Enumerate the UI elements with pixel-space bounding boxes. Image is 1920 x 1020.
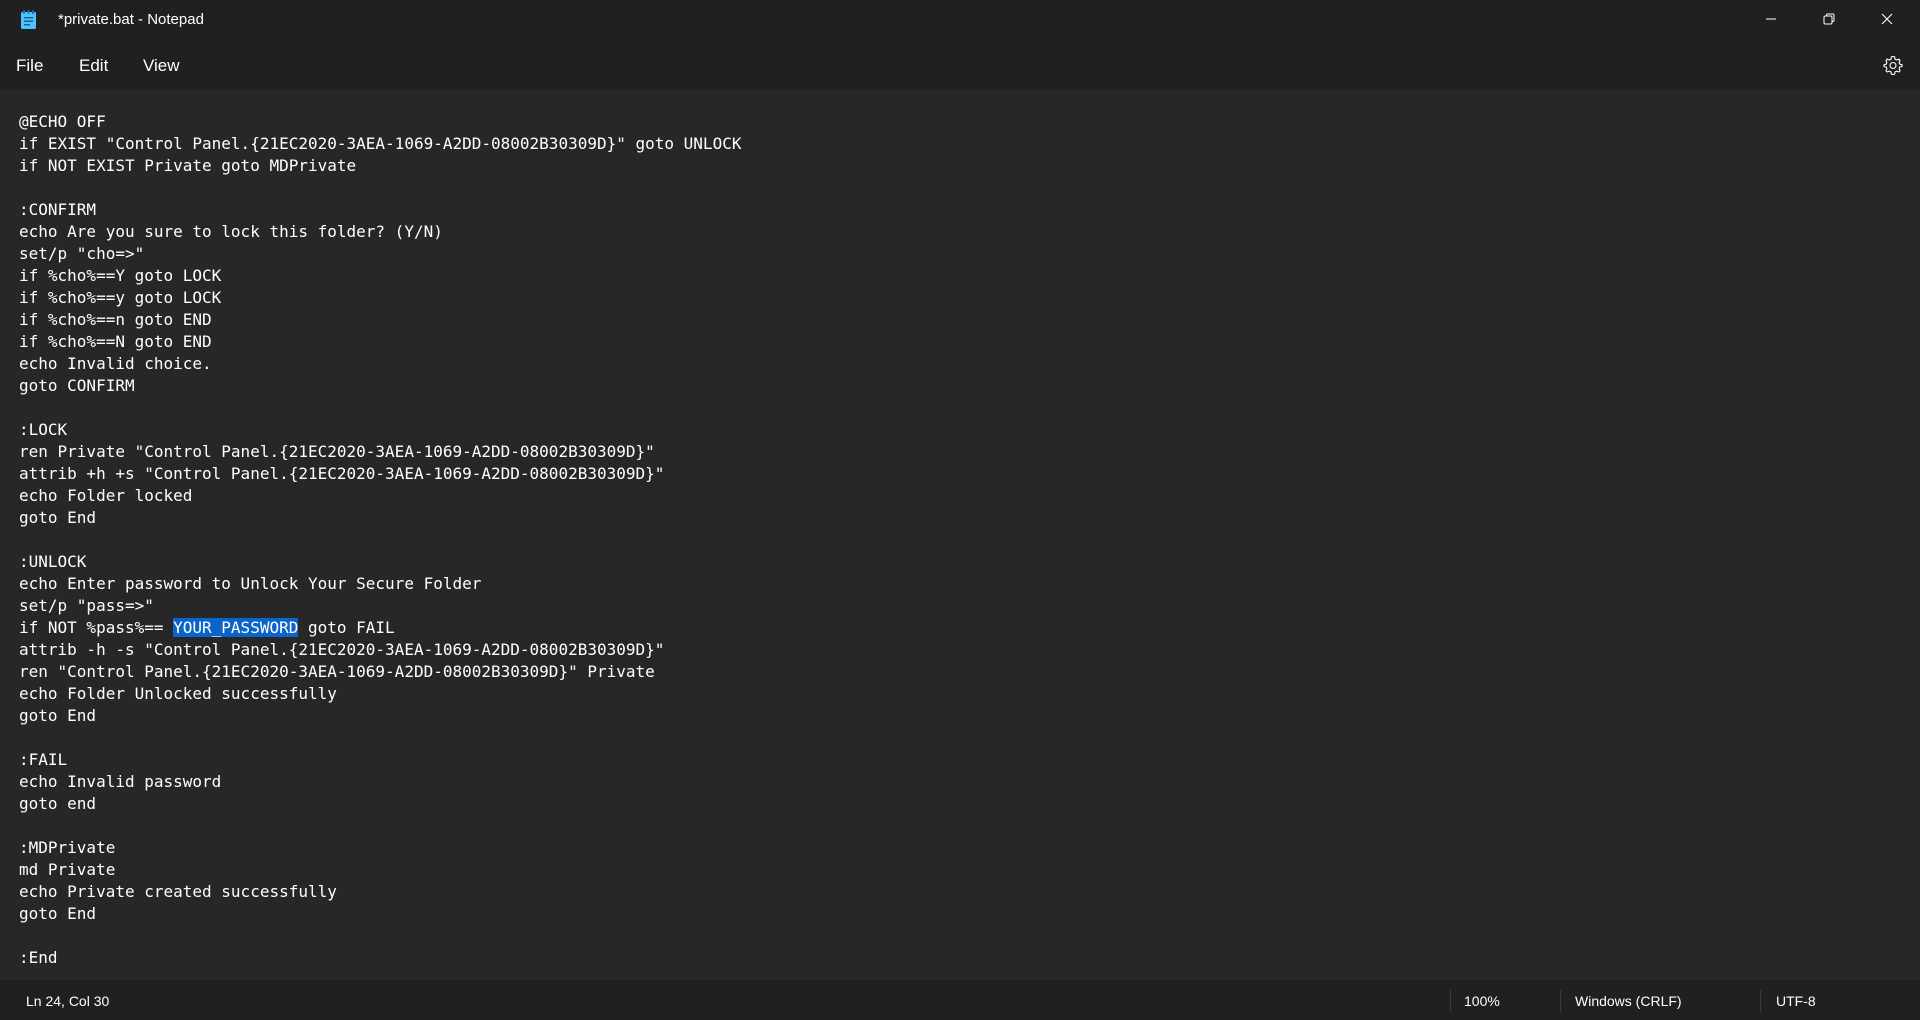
settings-button[interactable] [1880,52,1906,78]
text-editor[interactable]: @ECHO OFF if EXIST "Control Panel.{21EC20… [0,90,1920,980]
menu-file[interactable]: File [16,56,43,76]
code-line[interactable]: attrib -h -s "Control Panel.{21EC2020-3A… [19,639,741,661]
menu-bar: File Edit View [0,40,1920,90]
window-title: *private.bat - Notepad [58,11,204,28]
code-line[interactable]: ren "Control Panel.{21EC2020-3AEA-1069-A… [19,661,741,683]
notepad-app-icon [21,10,36,29]
code-line[interactable]: :UNLOCK [19,551,741,573]
code-line[interactable]: if %cho%==y goto LOCK [19,287,741,309]
code-line[interactable]: if EXIST "Control Panel.{21EC2020-3AEA-1… [19,133,741,155]
selected-text[interactable]: YOUR_PASSWORD [173,618,299,637]
restore-icon [1823,13,1835,25]
code-line[interactable]: if NOT %pass%== YOUR_PASSWORD goto FAIL [19,617,741,639]
code-line[interactable]: :End [19,947,741,969]
close-button[interactable] [1858,0,1916,38]
code-line[interactable]: :MDPrivate [19,837,741,859]
notepad-window: *private.bat - Notepad File Edit View @E… [0,0,1920,1020]
code-line[interactable]: if %cho%==N goto END [19,331,741,353]
code-line[interactable]: ren Private "Control Panel.{21EC2020-3AE… [19,441,741,463]
code-line[interactable]: if %cho%==n goto END [19,309,741,331]
status-divider [1760,990,1761,1012]
code-line[interactable]: echo Are you sure to lock this folder? (… [19,221,741,243]
code-line[interactable]: :LOCK [19,419,741,441]
code-line[interactable]: echo Enter password to Unlock Your Secur… [19,573,741,595]
code-line[interactable]: :FAIL [19,749,741,771]
code-line[interactable] [19,397,741,419]
close-icon [1881,13,1893,25]
code-line[interactable]: echo Invalid password [19,771,741,793]
code-line[interactable]: :CONFIRM [19,199,741,221]
status-divider [1450,990,1451,1012]
gear-icon [1883,55,1903,75]
code-line[interactable]: @ECHO OFF [19,111,741,133]
zoom-level[interactable]: 100% [1464,993,1500,1009]
code-line[interactable] [19,529,741,551]
code-line[interactable] [19,177,741,199]
code-line[interactable]: if NOT EXIST Private goto MDPrivate [19,155,741,177]
editor-content[interactable]: @ECHO OFF if EXIST "Control Panel.{21EC20… [19,111,741,969]
status-bar: Ln 24, Col 30 100% Windows (CRLF) UTF-8 [0,980,1920,1020]
cursor-position: Ln 24, Col 30 [26,993,110,1009]
restore-button[interactable] [1800,0,1858,38]
code-line[interactable]: goto End [19,705,741,727]
code-line[interactable]: attrib +h +s "Control Panel.{21EC2020-3A… [19,463,741,485]
code-text: if NOT %pass%== [19,618,174,637]
code-line[interactable]: set/p "pass=>" [19,595,741,617]
code-line[interactable] [19,925,741,947]
code-line[interactable]: set/p "cho=>" [19,243,741,265]
minimize-icon [1766,18,1776,20]
code-line[interactable]: goto end [19,793,741,815]
code-line[interactable] [19,727,741,749]
code-line[interactable]: goto End [19,903,741,925]
code-line[interactable]: echo Private created successfully [19,881,741,903]
minimize-button[interactable] [1742,0,1800,38]
code-line[interactable]: goto End [19,507,741,529]
code-line[interactable]: echo Invalid choice. [19,353,741,375]
encoding[interactable]: UTF-8 [1776,993,1816,1009]
code-line[interactable] [19,815,741,837]
code-line[interactable]: goto CONFIRM [19,375,741,397]
menu-edit[interactable]: Edit [79,56,108,76]
code-line[interactable]: if %cho%==Y goto LOCK [19,265,741,287]
title-bar[interactable]: *private.bat - Notepad [0,0,1920,40]
code-line[interactable]: echo Folder locked [19,485,741,507]
code-line[interactable]: echo Folder Unlocked successfully [19,683,741,705]
code-line[interactable]: md Private [19,859,741,881]
menu-view[interactable]: View [143,56,180,76]
line-ending[interactable]: Windows (CRLF) [1575,993,1682,1009]
status-divider [1560,990,1561,1012]
code-text: goto FAIL [298,618,395,637]
